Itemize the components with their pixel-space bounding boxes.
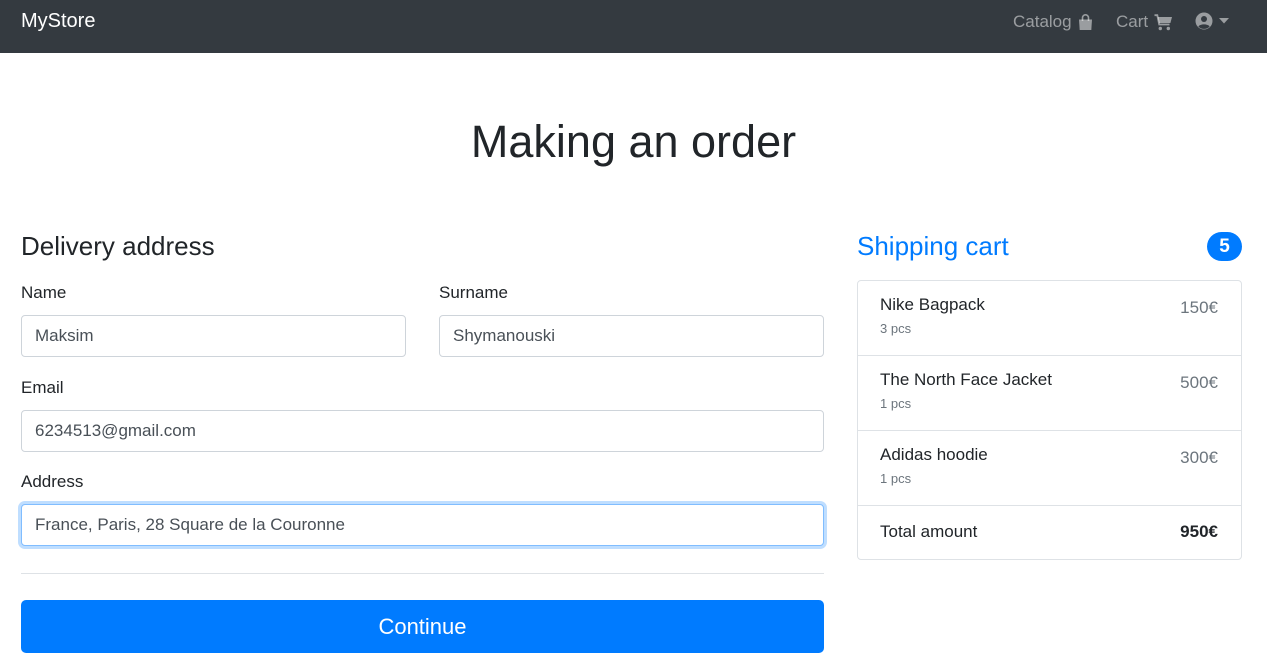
shipping-cart-heading: Shipping cart <box>857 231 1009 261</box>
nav-cart-label: Cart <box>1116 12 1149 31</box>
email-input[interactable] <box>21 410 824 452</box>
address-label: Address <box>21 472 84 491</box>
cart-item-qty: 1 pcs <box>880 471 912 486</box>
surname-input[interactable] <box>439 315 824 357</box>
nav-catalog-label: Catalog <box>1013 12 1072 31</box>
nav-cart-link[interactable]: Cart <box>1116 11 1173 33</box>
user-menu-dropdown[interactable] <box>1195 12 1229 30</box>
cart-item-price: 500€ <box>1180 373 1218 392</box>
top-navbar: MyStore Catalog Cart <box>0 0 1267 53</box>
cart-item: Adidas hoodie 1 pcs 300€ <box>858 431 1241 506</box>
caret-down-icon <box>1219 18 1229 24</box>
cart-item: The North Face Jacket 1 pcs 500€ <box>858 356 1241 431</box>
cart-item-qty: 3 pcs <box>880 321 912 336</box>
address-input[interactable] <box>21 504 824 546</box>
cart-count-badge: 5 <box>1207 232 1242 261</box>
cart-item: Nike Bagpack 3 pcs 150€ <box>858 281 1241 356</box>
cart-item-name: Adidas hoodie <box>880 445 988 464</box>
cart-total-value: 950€ <box>1180 522 1218 541</box>
continue-button[interactable]: Continue <box>21 600 824 653</box>
cart-item-name: The North Face Jacket <box>880 370 1052 389</box>
cart-item-name: Nike Bagpack <box>880 295 985 314</box>
form-divider <box>21 573 824 574</box>
brand-logo[interactable]: MyStore <box>21 9 95 33</box>
cart-item-qty: 1 pcs <box>880 396 912 411</box>
email-label: Email <box>21 378 64 397</box>
cart-total-row: Total amount 950€ <box>858 506 1241 559</box>
cart-total-label: Total amount <box>880 522 978 541</box>
surname-label: Surname <box>439 283 508 302</box>
cart-item-price: 300€ <box>1180 448 1218 467</box>
delivery-address-heading: Delivery address <box>21 231 215 261</box>
page-title: Making an order <box>470 116 797 167</box>
cart-item-list: Nike Bagpack 3 pcs 150€ The North Face J… <box>857 280 1242 560</box>
name-input[interactable] <box>21 315 406 357</box>
user-circle-icon <box>1195 12 1213 30</box>
cart-item-price: 150€ <box>1180 298 1218 317</box>
nav-catalog-link[interactable]: Catalog <box>1013 11 1093 33</box>
shopping-cart-icon <box>1154 13 1173 31</box>
shopping-bag-icon <box>1078 13 1093 31</box>
name-label: Name <box>21 283 67 302</box>
